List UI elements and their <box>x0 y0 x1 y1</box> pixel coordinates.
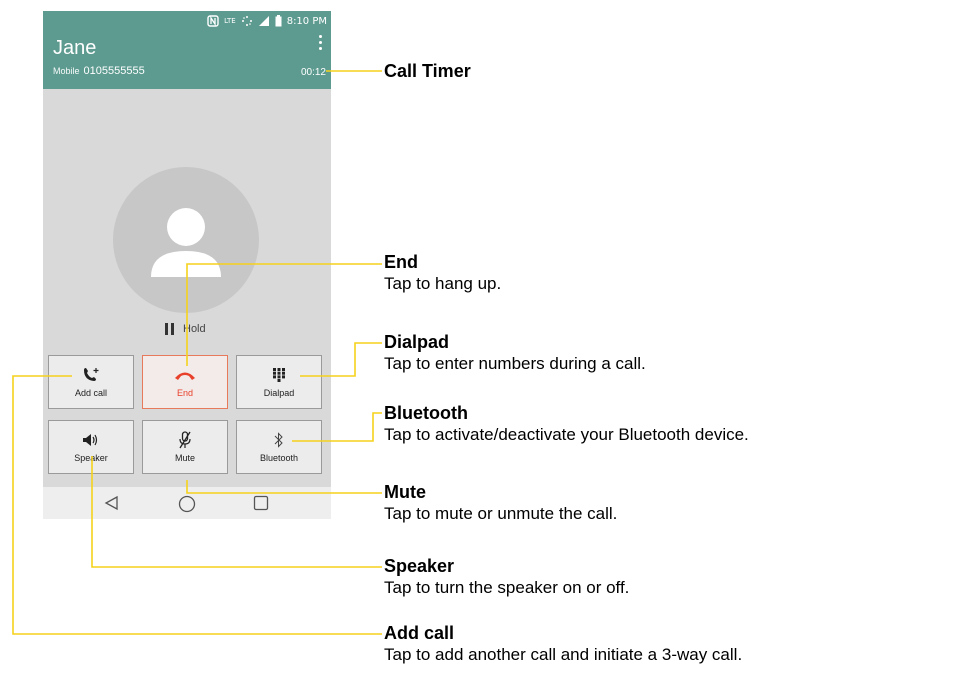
end-call-label: End <box>176 387 193 398</box>
callout-end: End Tap to hang up. <box>384 252 501 294</box>
dialpad-icon <box>273 367 285 383</box>
add-call-icon <box>82 367 100 383</box>
hold-button[interactable]: Hold <box>165 323 206 335</box>
hold-label: Hold <box>183 323 206 335</box>
mute-icon <box>178 430 192 448</box>
callout-dialpad: Dialpad Tap to enter numbers during a ca… <box>384 332 646 374</box>
battery-icon <box>275 15 282 27</box>
contact-avatar <box>113 167 259 313</box>
signal-icon <box>258 15 270 27</box>
callout-title: Bluetooth <box>384 403 468 423</box>
speaker-label: Speaker <box>74 452 108 463</box>
dialpad-label: Dialpad <box>263 387 295 398</box>
status-bar: LTE 8:10 PM <box>207 13 327 29</box>
recents-icon[interactable] <box>253 495 269 516</box>
callout-title: Speaker <box>384 556 455 576</box>
caller-number: 0105555555 <box>83 65 145 77</box>
mute-button[interactable]: Mute <box>142 420 228 474</box>
callout-description: Tap to turn the speaker on or off. <box>384 578 630 597</box>
network-type: LTE <box>224 17 236 25</box>
nfc-icon <box>207 15 219 27</box>
more-options-icon[interactable] <box>319 35 323 53</box>
call-header: LTE 8:10 PM Jane Mobile 0105555555 00:12 <box>43 11 331 89</box>
callout-description: Tap to add another call and initiate a 3… <box>384 645 743 664</box>
status-time: 8:10 PM <box>286 15 327 27</box>
add-call-button[interactable]: Add call <box>48 355 134 409</box>
callout-title: Dialpad <box>384 332 450 352</box>
bluetooth-icon <box>274 431 284 448</box>
mute-label: Mute <box>174 452 195 463</box>
end-call-icon <box>174 367 196 383</box>
bluetooth-button[interactable]: Bluetooth <box>236 420 322 474</box>
navigation-bar <box>43 487 331 519</box>
speaker-button[interactable]: Speaker <box>48 420 134 474</box>
dialpad-button[interactable]: Dialpad <box>236 355 322 409</box>
callout-mute: Mute Tap to mute or unmute the call. <box>384 482 617 524</box>
caller-name: Jane <box>53 37 97 59</box>
pause-icon <box>165 323 174 335</box>
callout-title: End <box>384 252 418 272</box>
callout-call-timer: Call Timer <box>384 61 471 82</box>
callout-description: Tap to enter numbers during a call. <box>384 354 646 373</box>
caller-number-line: Mobile 0105555555 <box>53 65 145 77</box>
callout-description: Tap to hang up. <box>384 274 502 293</box>
home-icon[interactable] <box>178 495 196 518</box>
bluetooth-label: Bluetooth <box>259 452 299 463</box>
callout-title: Call Timer <box>384 61 471 81</box>
end-call-button[interactable]: End <box>142 355 228 409</box>
callout-add-call: Add call Tap to add another call and ini… <box>384 623 742 665</box>
data-activity-icon <box>241 15 253 27</box>
speaker-icon <box>82 432 100 448</box>
person-icon <box>151 208 221 277</box>
phone-screen: LTE 8:10 PM Jane Mobile 0105555555 00:12 … <box>43 11 331 519</box>
callout-speaker: Speaker Tap to turn the speaker on or of… <box>384 556 629 598</box>
add-call-label: Add call <box>74 387 108 398</box>
callout-title: Mute <box>384 482 426 502</box>
back-icon[interactable] <box>104 495 120 516</box>
callout-description: Tap to mute or unmute the call. <box>384 504 618 523</box>
number-type: Mobile <box>53 66 80 76</box>
callout-title: Add call <box>384 623 455 643</box>
callout-description: Tap to activate/deactivate your Bluetoot… <box>384 425 749 444</box>
call-timer: 00:12 <box>300 67 326 78</box>
callout-bluetooth: Bluetooth Tap to activate/deactivate you… <box>384 403 749 445</box>
